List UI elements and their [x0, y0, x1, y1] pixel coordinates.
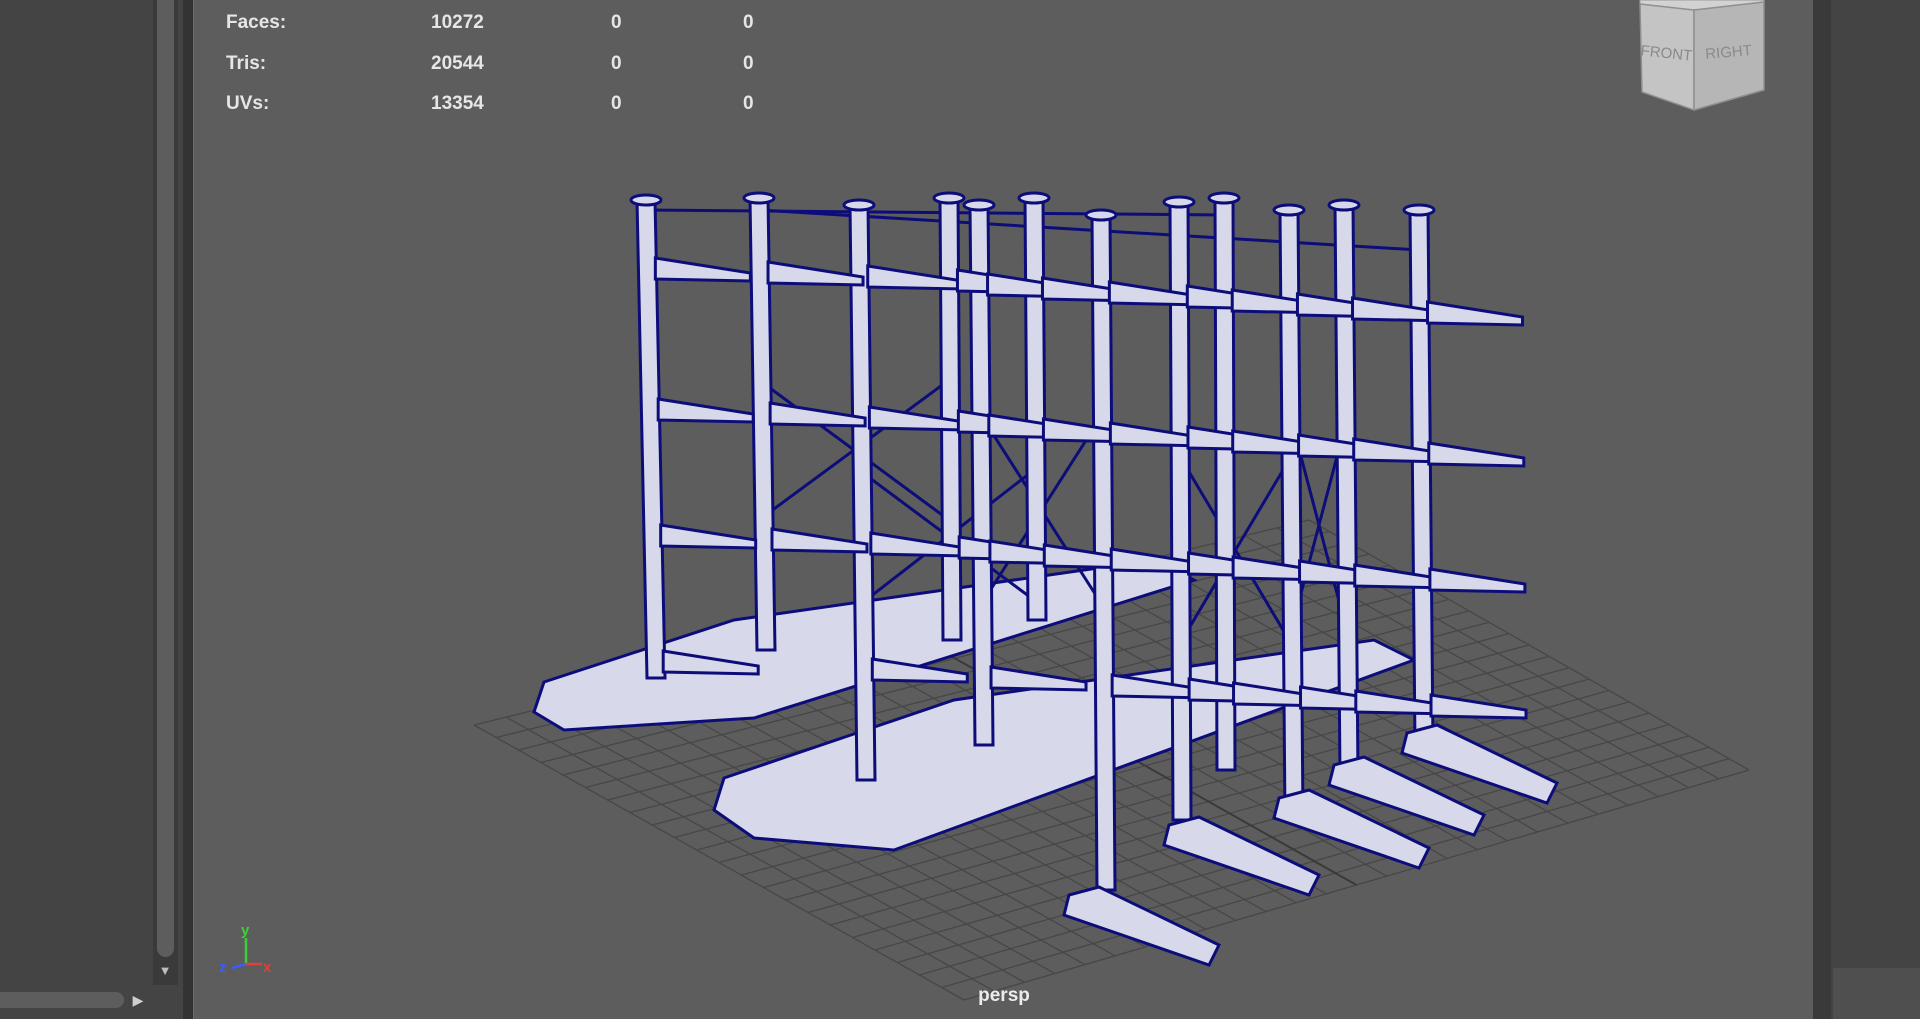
column-cap [1272, 203, 1306, 217]
column-cap [1207, 191, 1241, 205]
maya-window: ▼ ▶ Faces: 10272 0 0 Tris: 20544 0 0 UVs… [0, 0, 1920, 1019]
attribute-panel-footer [1833, 968, 1920, 1019]
y-axis-label: y [241, 922, 250, 939]
viewport-scene [473, 191, 1750, 1001]
rack-arm [656, 397, 755, 424]
hud-label: UVs: [226, 93, 270, 114]
column-cap [1084, 208, 1118, 222]
hud-label: Tris: [226, 52, 267, 74]
poly-count-hud: Faces: 10272 0 0 Tris: 20544 0 0 UVs: 13… [226, 12, 786, 134]
horizontal-scroll-thumb[interactable] [0, 992, 124, 1008]
hud-value: 0 [611, 12, 622, 33]
hud-row-faces: Faces: 10272 0 0 [226, 12, 786, 53]
hud-label: Faces: [226, 12, 287, 33]
panel-splitter-left[interactable] [183, 0, 193, 1019]
z-axis-label: z [219, 959, 227, 974]
hud-value: 10272 [431, 12, 484, 33]
hud-value: 0 [743, 52, 754, 74]
triangle-down-icon[interactable]: ▼ [155, 962, 175, 980]
outliner-horizontal-scrollbar[interactable]: ▶ [0, 986, 183, 1014]
rack-arm [1426, 300, 1525, 327]
rack-column [848, 203, 877, 782]
column-cap [742, 191, 776, 205]
cantilever-rack-model [532, 191, 1560, 967]
triangle-right-icon[interactable]: ▶ [128, 990, 148, 1010]
attribute-panel [1831, 0, 1920, 1019]
column-cap [932, 191, 966, 205]
hud-value: 0 [611, 93, 622, 114]
hud-value: 13354 [431, 93, 484, 114]
outliner-scroll-thumb[interactable] [157, 0, 174, 957]
view-cube[interactable]: FRONT RIGHT [1632, 0, 1772, 112]
hud-value: 0 [611, 52, 622, 74]
rack-arm [768, 401, 867, 428]
column-cap [1402, 203, 1436, 217]
rack-arm [653, 256, 752, 283]
axis-gizmo: y x z [219, 922, 272, 974]
column-cap [1162, 195, 1196, 209]
rack-arm [1429, 693, 1528, 720]
rack-foot [1162, 815, 1322, 897]
hud-value: 0 [743, 93, 754, 114]
column-cap [962, 198, 996, 212]
hud-value: 20544 [431, 52, 484, 74]
hud-row-tris: Tris: 20544 0 0 [226, 53, 786, 94]
rack-arm [1428, 567, 1527, 594]
hud-value: 0 [743, 12, 754, 33]
perspective-viewport[interactable]: Faces: 10272 0 0 Tris: 20544 0 0 UVs: 13… [193, 0, 1814, 1019]
rack-column [1408, 208, 1435, 747]
column-cap [1017, 191, 1051, 205]
rack-arm [989, 665, 1088, 692]
column-cap [842, 198, 876, 212]
column-cap [629, 193, 663, 207]
rack-arm [766, 260, 865, 287]
panel-splitter-right[interactable] [1813, 0, 1831, 1019]
rack-brace [645, 208, 1225, 217]
rack-arm [1427, 441, 1526, 468]
camera-name-label: persp [978, 985, 1030, 1006]
hud-row-uvs: UVs: 13354 0 0 [226, 93, 786, 134]
z-axis-line [231, 962, 247, 970]
column-cap [1327, 198, 1361, 212]
rack-arm [659, 523, 758, 550]
x-axis-label: x [263, 959, 272, 974]
